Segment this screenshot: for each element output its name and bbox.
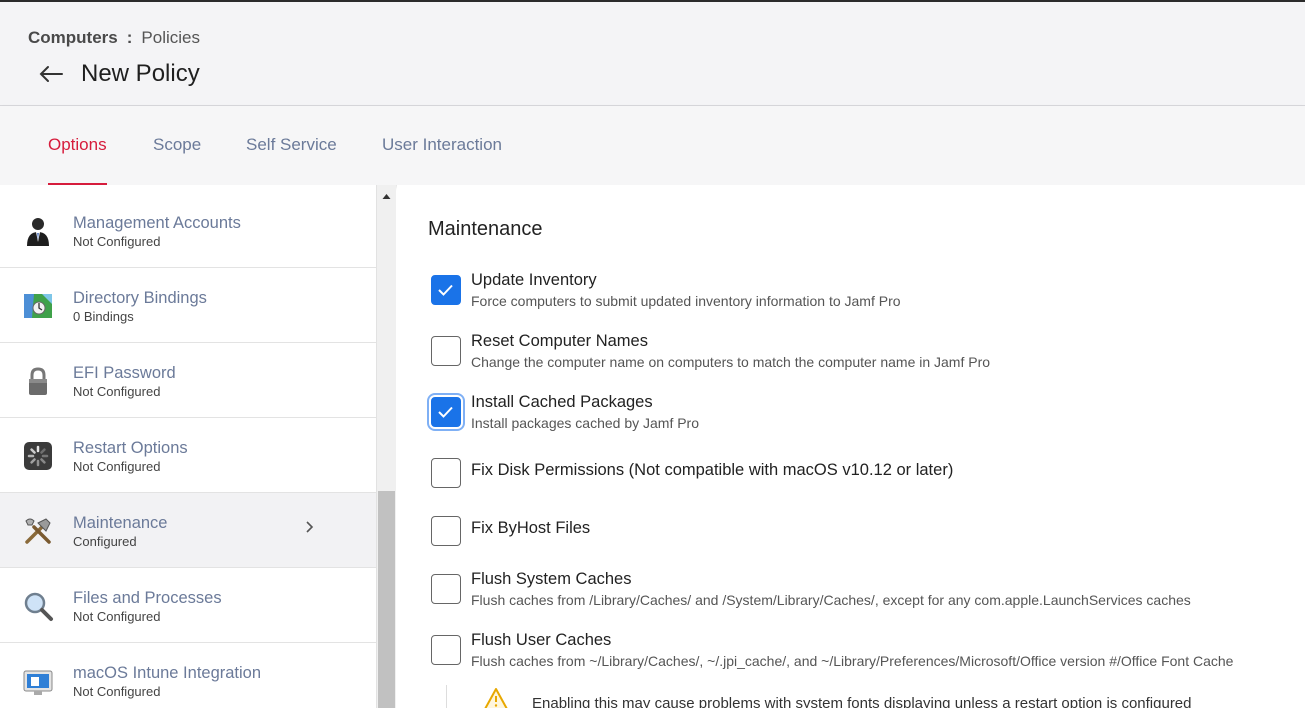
magnifier-icon: [22, 590, 54, 622]
sidebar-item-title: Maintenance: [73, 514, 168, 532]
option-description: Install packages cached by Jamf Pro: [471, 415, 700, 431]
sidebar-item-macos-intune-integration[interactable]: macOS Intune Integration Not Configured: [0, 643, 376, 708]
option-label: Flush System Caches: [471, 570, 632, 588]
breadcrumb-separator: :: [126, 28, 133, 47]
flush-user-caches-checkbox[interactable]: [431, 635, 461, 665]
user-account-icon: [22, 215, 54, 247]
tab-user-interaction[interactable]: User Interaction: [382, 106, 502, 185]
intune-computer-icon: [22, 665, 54, 697]
option-label: Fix ByHost Files: [471, 519, 591, 537]
option-description: Flush caches from ~/Library/Caches/, ~/.…: [471, 653, 1234, 669]
sidebar-item-maintenance[interactable]: Maintenance Configured: [0, 493, 376, 568]
warning-divider: [446, 685, 447, 708]
fix-disk-permissions-checkbox[interactable]: [431, 458, 461, 488]
payload-sidebar: Management Accounts Not Configured Direc…: [0, 185, 377, 708]
chevron-right-icon: [303, 517, 317, 537]
sidebar-item-directory-bindings[interactable]: Directory Bindings 0 Bindings: [0, 268, 376, 343]
maintenance-panel: Maintenance Update Inventory Force compu…: [397, 185, 1305, 708]
warning-icon: [483, 687, 509, 708]
sidebar-item-title: Directory Bindings: [73, 289, 207, 307]
page-title: New Policy: [81, 60, 200, 87]
directory-map-icon: [22, 290, 54, 322]
sidebar-item-title: EFI Password: [73, 364, 176, 382]
sidebar-item-restart-options[interactable]: Restart Options Not Configured: [0, 418, 376, 493]
lock-icon: [22, 365, 54, 397]
reset-computer-names-checkbox[interactable]: [431, 336, 461, 366]
sidebar-item-status: Configured: [73, 534, 137, 549]
back-arrow-icon[interactable]: [38, 60, 64, 88]
section-title: Maintenance: [428, 218, 543, 240]
option-description: Force computers to submit updated invent…: [471, 293, 901, 309]
sidebar-item-files-and-processes[interactable]: Files and Processes Not Configured: [0, 568, 376, 643]
option-description: Flush caches from /Library/Caches/ and /…: [471, 592, 1191, 608]
option-label: Fix Disk Permissions (Not compatible wit…: [471, 461, 954, 479]
page-header: Computers: Policies New Policy: [0, 0, 1305, 106]
tools-icon: [22, 515, 54, 547]
sidebar-item-status: Not Configured: [73, 684, 161, 699]
warning-message: Enabling this may cause problems with sy…: [532, 695, 1192, 708]
tab-options[interactable]: Options: [48, 106, 107, 185]
option-label: Reset Computer Names: [471, 332, 648, 350]
update-inventory-checkbox[interactable]: [431, 275, 461, 305]
breadcrumb-computers[interactable]: Computers: [28, 28, 118, 47]
sidebar-item-title: Files and Processes: [73, 589, 222, 607]
sidebar-item-status: 0 Bindings: [73, 309, 134, 324]
sidebar-scrollbar[interactable]: [377, 185, 396, 708]
sidebar-item-status: Not Configured: [73, 384, 161, 399]
option-label: Flush User Caches: [471, 631, 612, 649]
breadcrumb-policies[interactable]: Policies: [141, 28, 200, 47]
option-label: Install Cached Packages: [471, 393, 653, 411]
flush-system-caches-checkbox[interactable]: [431, 574, 461, 604]
sidebar-item-title: Management Accounts: [73, 214, 241, 232]
install-cached-packages-checkbox[interactable]: [431, 397, 461, 427]
scrollbar-thumb[interactable]: [378, 491, 395, 708]
option-description: Change the computer name on computers to…: [471, 354, 991, 370]
sidebar-item-title: Restart Options: [73, 439, 188, 457]
option-label: Update Inventory: [471, 271, 597, 289]
sidebar-item-efi-password[interactable]: EFI Password Not Configured: [0, 343, 376, 418]
sidebar-item-status: Not Configured: [73, 609, 161, 624]
sidebar-item-status: Not Configured: [73, 234, 161, 249]
tab-scope[interactable]: Scope: [153, 106, 201, 185]
breadcrumb: Computers: Policies: [28, 28, 200, 48]
scroll-up-arrow-icon[interactable]: [377, 189, 396, 203]
sidebar-item-title: macOS Intune Integration: [73, 664, 262, 682]
tab-self-service[interactable]: Self Service: [246, 106, 337, 185]
checkmark-icon: [438, 284, 453, 296]
fix-byhost-files-checkbox[interactable]: [431, 516, 461, 546]
checkmark-icon: [438, 406, 453, 418]
policy-tabs: Options Scope Self Service User Interact…: [0, 106, 1305, 185]
sidebar-item-status: Not Configured: [73, 459, 161, 474]
sidebar-item-management-accounts[interactable]: Management Accounts Not Configured: [0, 193, 376, 268]
restart-spinner-icon: [22, 440, 54, 472]
